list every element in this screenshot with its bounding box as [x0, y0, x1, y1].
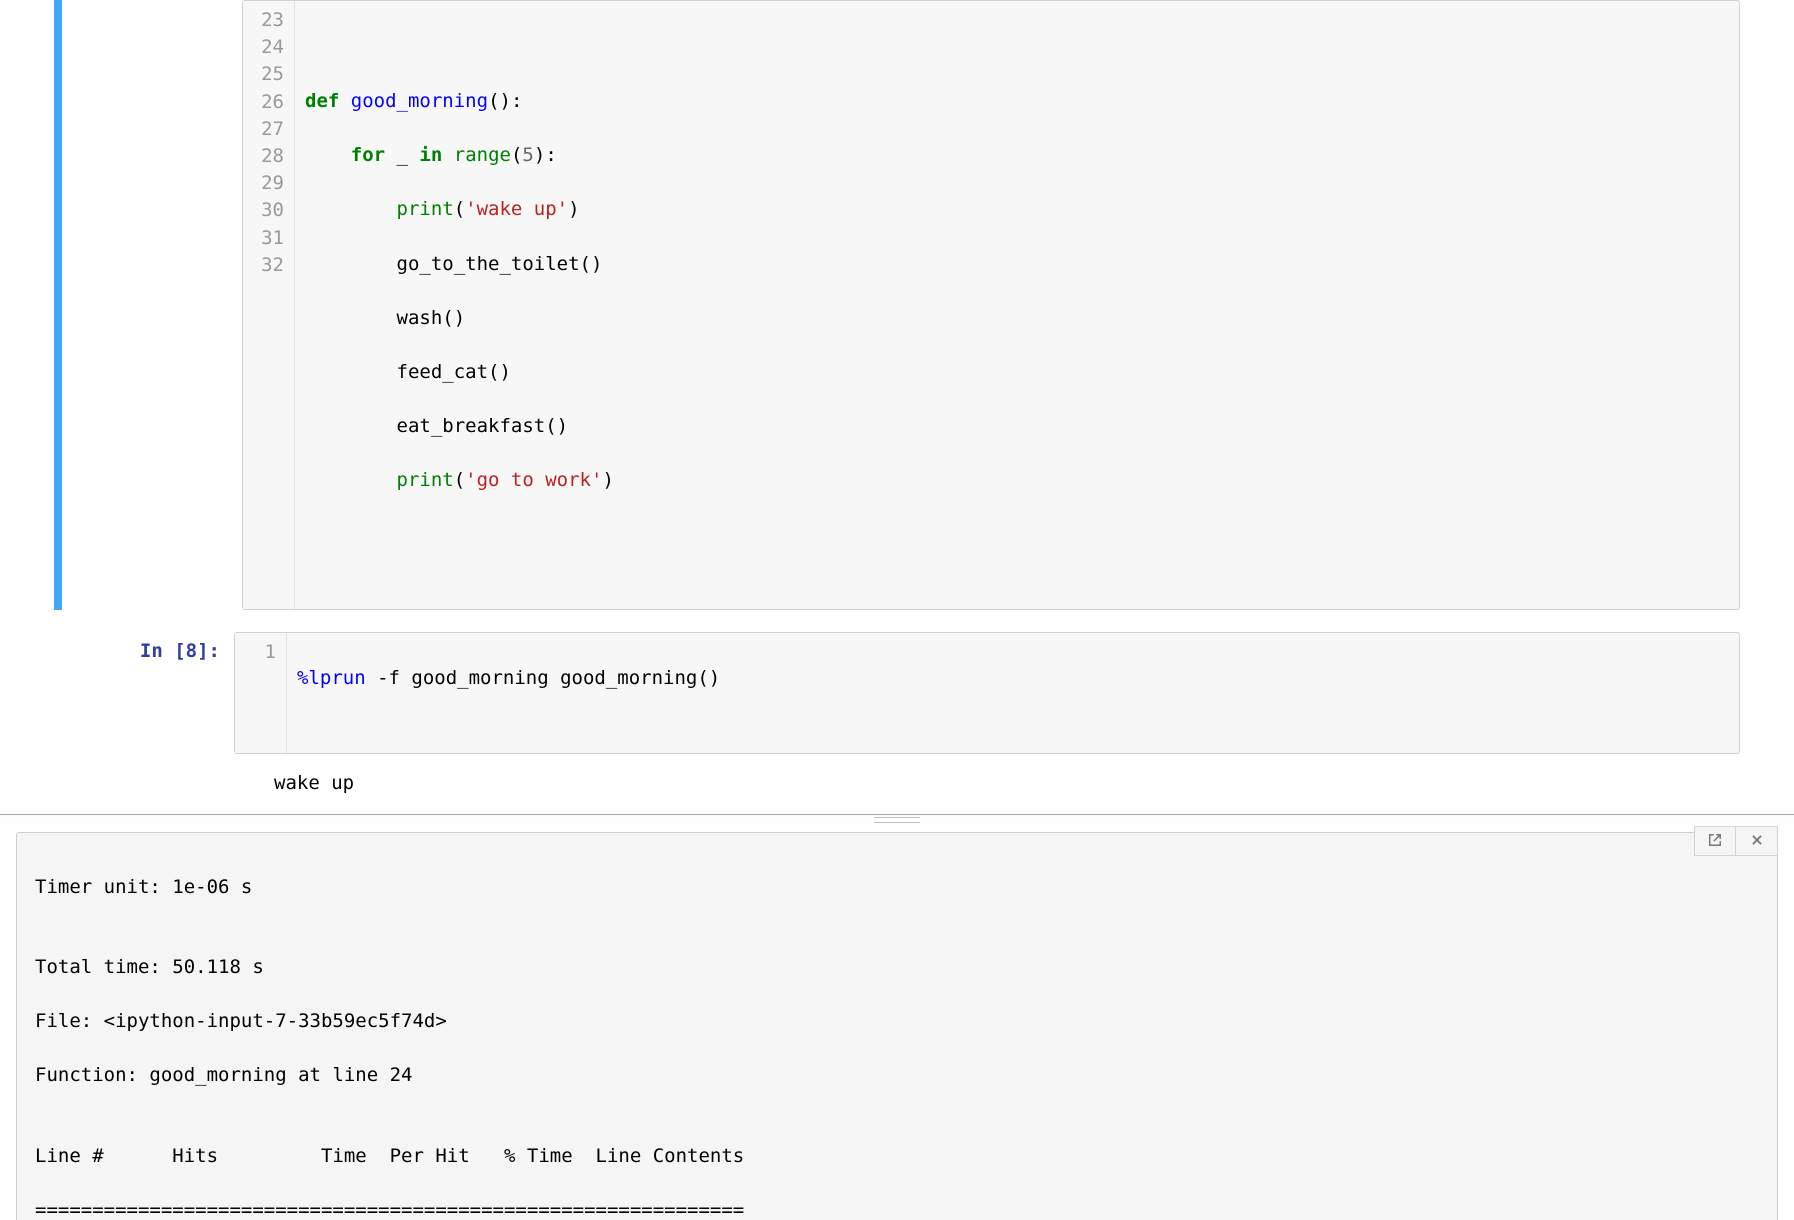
notebook-area: 23 24 25 26 27 28 29 30 31 32 def good_m… [0, 0, 1794, 794]
pager-header: Line # Hits Time Per Hit % Time Line Con… [35, 1143, 1759, 1170]
external-link-icon [1708, 830, 1722, 852]
pane-splitter[interactable] [0, 814, 1794, 824]
pager-pane: Timer unit: 1e-06 s Total time: 50.118 s… [0, 824, 1794, 1220]
code-line[interactable]: wash() [305, 305, 1729, 332]
cell-selected-indicator [54, 0, 62, 610]
code-line[interactable]: print('wake up') [305, 196, 1729, 223]
prompt-col-empty [54, 772, 234, 794]
line-number: 23 [243, 7, 284, 34]
pager-line: File: <ipython-input-7-33b59ec5f74d> [35, 1008, 1759, 1035]
stdout-text: wake up [234, 772, 354, 794]
code-lines[interactable]: %lprun -f good_morning good_morning() [287, 633, 1739, 753]
line-number: 31 [243, 225, 284, 252]
pager-line: Function: good_morning at line 24 [35, 1062, 1759, 1089]
code-line[interactable]: eat_breakfast() [305, 413, 1729, 440]
open-external-button[interactable] [1694, 826, 1736, 856]
line-number: 29 [243, 170, 284, 197]
line-number-gutter: 23 24 25 26 27 28 29 30 31 32 [243, 1, 295, 609]
line-number: 28 [243, 143, 284, 170]
line-number: 24 [243, 34, 284, 61]
code-line[interactable]: %lprun -f good_morning good_morning() [297, 665, 1729, 692]
line-number-gutter: 1 [235, 633, 287, 753]
code-line[interactable]: for _ in range(5): [305, 142, 1729, 169]
output-area: wake up [54, 772, 1740, 794]
pager-content[interactable]: Timer unit: 1e-06 s Total time: 50.118 s… [16, 832, 1778, 1220]
code-editor[interactable]: 23 24 25 26 27 28 29 30 31 32 def good_m… [242, 0, 1740, 610]
prompt-col-empty [62, 0, 242, 610]
code-editor[interactable]: 1 %lprun -f good_morning good_morning() [234, 632, 1740, 754]
line-number: 25 [243, 61, 284, 88]
code-line[interactable]: feed_cat() [305, 359, 1729, 386]
prompt-col: In [8]: [54, 632, 234, 662]
code-line[interactable]: def good_morning(): [305, 88, 1729, 115]
code-line[interactable] [305, 521, 1729, 548]
line-number: 27 [243, 116, 284, 143]
close-icon [1750, 830, 1764, 852]
line-number: 1 [235, 639, 276, 666]
line-number: 30 [243, 197, 284, 224]
code-cell-8[interactable]: In [8]: 1 %lprun -f good_morning good_mo… [54, 632, 1740, 754]
pager-line: Total time: 50.118 s [35, 954, 1759, 981]
line-number: 32 [243, 252, 284, 279]
code-lines[interactable]: def good_morning(): for _ in range(5): p… [295, 1, 1739, 609]
code-cell-7[interactable]: 23 24 25 26 27 28 29 30 31 32 def good_m… [54, 0, 1740, 610]
pager-rule: ========================================… [35, 1197, 1759, 1220]
pager-line: Timer unit: 1e-06 s [35, 874, 1759, 901]
line-number: 26 [243, 89, 284, 116]
input-prompt: In [8]: [140, 640, 220, 662]
code-line[interactable]: print('go to work') [305, 467, 1729, 494]
pager-toolbar [1694, 826, 1778, 856]
code-line[interactable]: go_to_the_toilet() [305, 251, 1729, 278]
code-line[interactable] [305, 34, 1729, 61]
close-pager-button[interactable] [1736, 826, 1778, 856]
